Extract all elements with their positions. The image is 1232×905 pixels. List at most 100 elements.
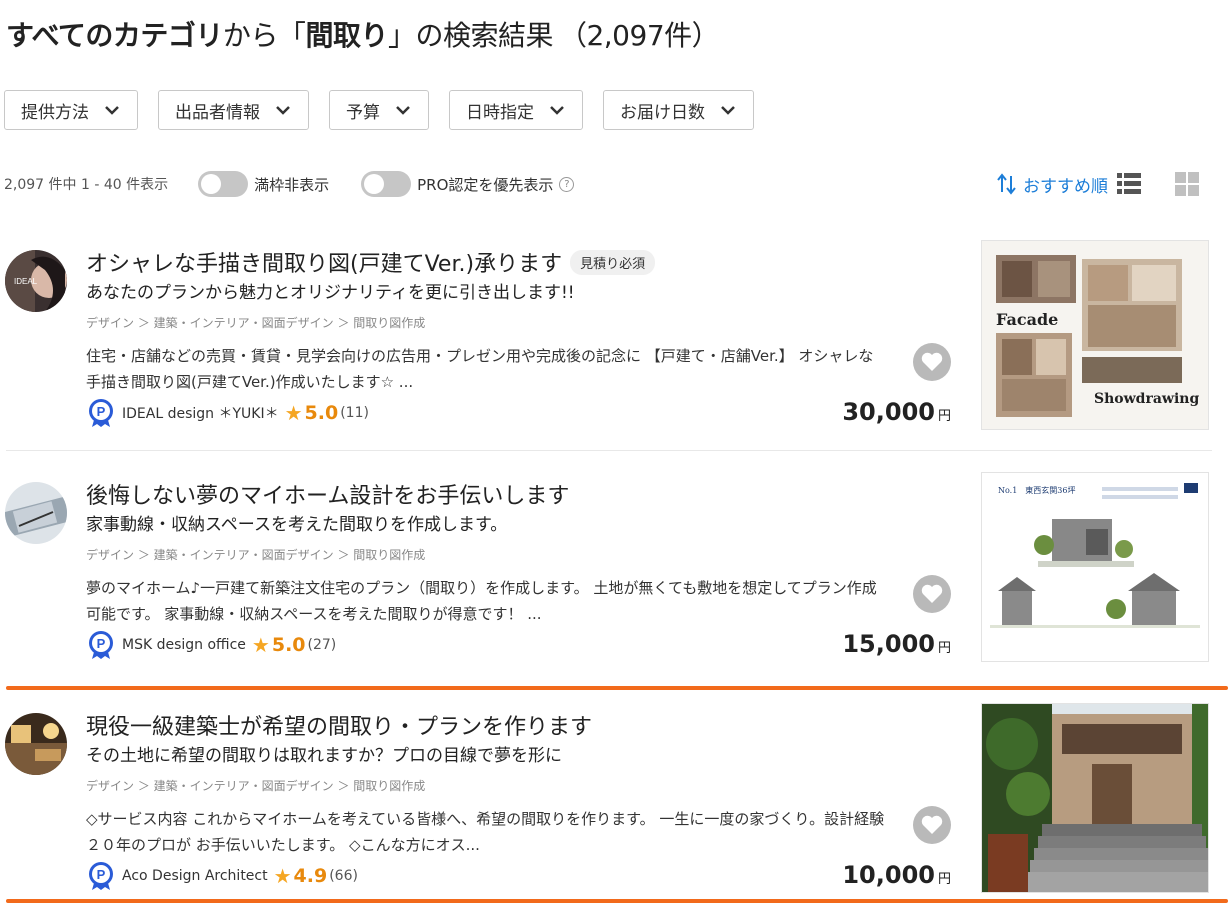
help-icon[interactable]: ?: [559, 176, 575, 192]
seller-name[interactable]: IDEAL design ＊YUKI＊: [122, 403, 279, 423]
filter-label: 予算: [346, 102, 380, 123]
service-thumbnail[interactable]: Facade Showdrawing: [981, 240, 1209, 430]
review-count: (11): [340, 405, 369, 421]
filter-label: お届け日数: [620, 102, 705, 123]
filter-label: 日時指定: [466, 102, 534, 123]
highlight-line: [6, 899, 1228, 903]
price-value: 30,000: [842, 398, 935, 426]
seller-avatar[interactable]: IDEAL: [5, 250, 67, 312]
filter-delivery-method[interactable]: 提供方法: [4, 90, 138, 130]
service-description: 住宅・店舗などの売買・賃貸・見学会向けの広告用・プレゼン用や完成後の記念に 【戸…: [86, 347, 874, 391]
title-text[interactable]: 現役一級建築士が希望の間取り・プランを作ります: [86, 709, 592, 741]
price-value: 10,000: [842, 861, 935, 889]
estimate-badge: 見積り必須: [570, 249, 656, 275]
filter-delivery-days[interactable]: お届け日数: [603, 90, 754, 130]
service-title[interactable]: オシャレな手描き間取り図(戸建てVer.)承ります 見積り必須: [86, 246, 656, 278]
rating-value: 5.0: [271, 634, 306, 656]
price: 15,000 円: [842, 630, 951, 658]
service-card[interactable]: 後悔しない夢のマイホーム設計をお手伝いします 家事動線・収納スペースを考えた間取…: [0, 472, 1232, 692]
service-description: 夢のマイホーム♪一戸建て新築注文住宅のプラン（間取り）を作成します。 土地が無く…: [86, 579, 877, 623]
star-icon: ★: [251, 633, 270, 657]
list-view-icon[interactable]: [1116, 171, 1142, 197]
service-title[interactable]: 現役一級建築士が希望の間取り・プランを作ります: [86, 709, 592, 741]
pro-badge-icon: P: [89, 862, 113, 890]
heart-icon: [921, 352, 943, 371]
star-icon: ★: [273, 864, 292, 888]
svg-text:P: P: [97, 404, 106, 419]
svg-text:P: P: [97, 636, 106, 651]
svg-text:P: P: [97, 867, 106, 882]
service-description: ◇サービス内容 これからマイホームを考えている皆様へ、希望の間取りを作ります。 …: [86, 810, 885, 854]
favorite-button[interactable]: [913, 806, 951, 844]
title-text[interactable]: オシャレな手描き間取り図(戸建てVer.)承ります: [86, 246, 562, 278]
service-subtitle: 家事動線・収納スペースを考えた間取りを作成します。: [86, 515, 508, 535]
seller-name[interactable]: Aco Design Architect: [122, 868, 268, 884]
sort-arrows-icon: [997, 173, 1016, 195]
seller-info[interactable]: P IDEAL design ＊YUKI＊ ★ 5.0 (11): [86, 398, 369, 428]
filter-label: 提供方法: [21, 102, 89, 123]
results-toolbar: 2,097 件中 1 - 40 件表示 満枠非表示 PRO認定を優先表示 ? お…: [4, 168, 1214, 200]
toggle-label: 満枠非表示: [254, 175, 330, 194]
search-results-title: すべてのカテゴリから「間取り」の検索結果 （2,097件）: [6, 14, 720, 54]
filter-date[interactable]: 日時指定: [449, 90, 583, 130]
sort-label: おすすめ順: [1023, 176, 1108, 197]
thumbnail-caption: Showdrawing: [1094, 391, 1199, 407]
service-thumbnail[interactable]: No.1 東西玄関36坪: [981, 472, 1209, 662]
rating-value: 4.9: [293, 865, 328, 887]
toggle-label: PRO認定を優先表示: [417, 175, 554, 194]
price-unit: 円: [937, 641, 951, 656]
chevron-down-icon: [105, 106, 119, 115]
avatar-text: IDEAL: [14, 277, 38, 286]
filter-budget[interactable]: 予算: [329, 90, 429, 130]
price: 10,000 円: [842, 861, 951, 889]
toggle-hide-full[interactable]: 満枠非表示: [198, 171, 329, 197]
sort-select[interactable]: おすすめ順: [997, 172, 1108, 197]
star-icon: ★: [284, 401, 303, 425]
service-title[interactable]: 後悔しない夢のマイホーム設計をお手伝いします: [86, 478, 569, 510]
seller-avatar[interactable]: [5, 713, 67, 775]
rating-value: 5.0: [304, 402, 339, 424]
grid-view-icon[interactable]: [1174, 171, 1200, 197]
seller-info[interactable]: P MSK design office ★ 5.0 (27): [86, 630, 336, 660]
search-keyword: 間取り: [305, 19, 388, 52]
review-count: (27): [307, 637, 337, 653]
category-breadcrumb[interactable]: デザイン ＞ 建築・インテリア・図面デザイン ＞ 間取り図作成: [86, 546, 425, 563]
filter-label: 出品者情報: [175, 102, 260, 123]
filter-seller-info[interactable]: 出品者情報: [158, 90, 309, 130]
category-name: すべてのカテゴリ: [6, 19, 223, 52]
favorite-button[interactable]: [913, 575, 951, 613]
favorite-button[interactable]: [913, 343, 951, 381]
toggle-switch[interactable]: [361, 171, 412, 197]
seller-name[interactable]: MSK design office: [122, 637, 246, 653]
results-count-text: 2,097 件中 1 - 40 件表示: [4, 177, 169, 193]
review-count: (66): [329, 868, 358, 884]
category-breadcrumb[interactable]: デザイン ＞ 建築・インテリア・図面デザイン ＞ 間取り図作成: [86, 777, 425, 794]
toggle-pro-priority[interactable]: PRO認定を優先表示 ?: [361, 171, 575, 197]
title-from: から「: [222, 19, 306, 52]
pro-badge-icon: P: [89, 631, 113, 659]
service-subtitle: あなたのプランから魅力とオリジナリティを更に引き出します!!: [86, 283, 575, 303]
result-count: （2,097件）: [558, 19, 720, 52]
price-unit: 円: [937, 409, 951, 424]
chevron-down-icon: [276, 106, 290, 115]
category-breadcrumb[interactable]: デザイン ＞ 建築・インテリア・図面デザイン ＞ 間取り図作成: [86, 314, 425, 331]
pro-badge-icon: P: [89, 399, 113, 427]
seller-info[interactable]: P Aco Design Architect ★ 4.9 (66): [86, 861, 358, 891]
price-value: 15,000: [842, 630, 935, 658]
thumbnail-caption: Facade: [996, 310, 1058, 329]
seller-avatar[interactable]: [5, 482, 67, 544]
divider: [6, 450, 1212, 451]
title-text[interactable]: 後悔しない夢のマイホーム設計をお手伝いします: [86, 478, 569, 510]
chevron-down-icon: [550, 106, 564, 115]
toggle-switch[interactable]: [198, 171, 249, 197]
service-subtitle: その土地に希望の間取りは取れますか？プロの目線で夢を形に: [86, 746, 562, 766]
title-suffix: 」の検索結果: [387, 19, 554, 52]
heart-icon: [921, 584, 943, 603]
chevron-down-icon: [396, 106, 410, 115]
service-card[interactable]: IDEAL オシャレな手描き間取り図(戸建てVer.)承ります 見積り必須 あなた…: [0, 240, 1232, 460]
heart-icon: [921, 815, 943, 834]
thumbnail-caption: No.1 東西玄関36坪: [998, 485, 1076, 495]
price: 30,000 円: [842, 398, 951, 426]
service-thumbnail[interactable]: [981, 703, 1209, 893]
service-card[interactable]: 現役一級建築士が希望の間取り・プランを作ります その土地に希望の間取りは取れます…: [0, 703, 1232, 905]
